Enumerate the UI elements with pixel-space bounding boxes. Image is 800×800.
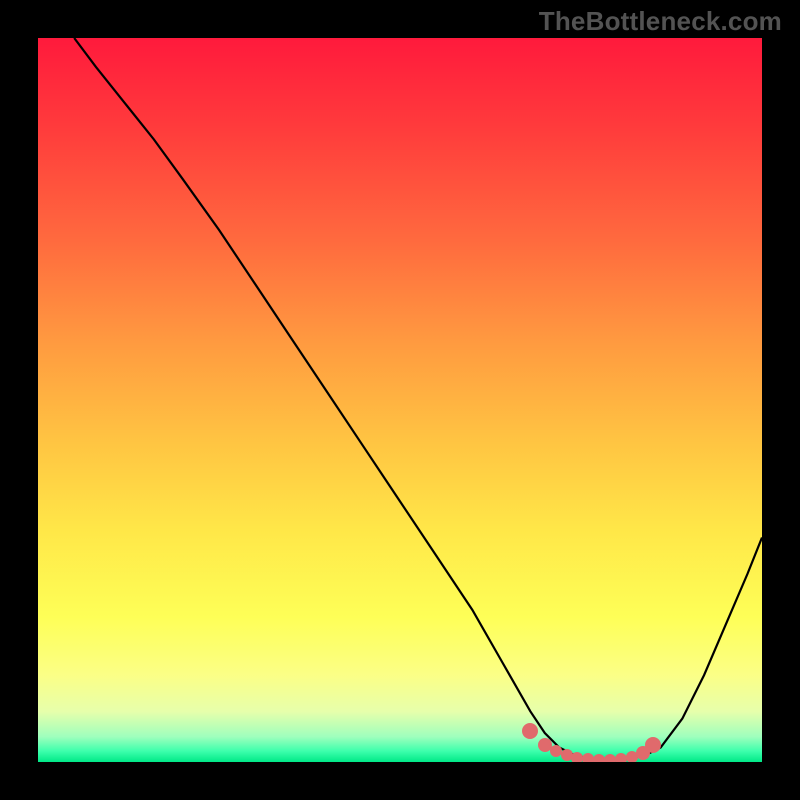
curve-svg (38, 38, 762, 762)
watermark-text: TheBottleneck.com (539, 6, 782, 37)
bottleneck-curve (74, 38, 762, 760)
valley-dot (645, 737, 661, 753)
frame: TheBottleneck.com (0, 0, 800, 800)
valley-dot (522, 723, 538, 739)
plot-area (38, 38, 762, 762)
